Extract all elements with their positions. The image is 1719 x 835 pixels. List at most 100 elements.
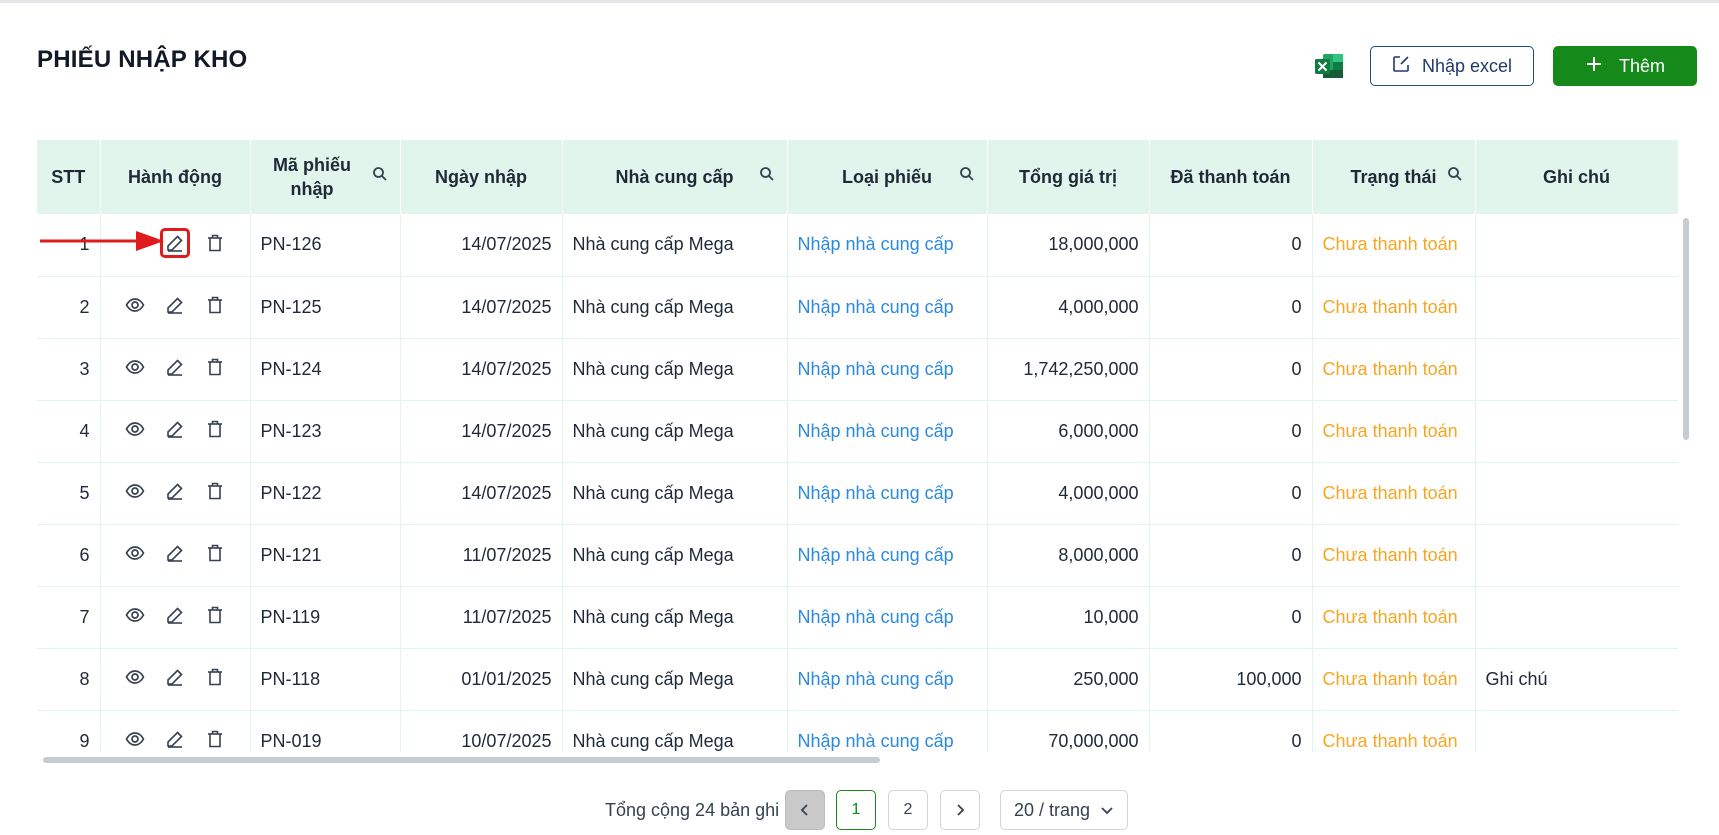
trash-icon[interactable] [204,418,226,440]
cell-note [1475,338,1678,401]
cell-type-link[interactable]: Nhập nhà cung cấp [787,524,988,587]
cell-stt: 9 [37,710,101,752]
cell-stt: 7 [37,586,101,649]
trash-icon[interactable] [204,232,226,254]
page-2-button[interactable]: 2 [888,790,928,830]
cell-actions [100,524,251,587]
cell-type-link[interactable]: Nhập nhà cung cấp [787,586,988,649]
cell-total: 4,000,000 [987,276,1150,339]
cell-total: 70,000,000 [987,710,1150,752]
cell-paid: 0 [1149,400,1313,463]
cell-type-link[interactable]: Nhập nhà cung cấp [787,648,988,711]
search-icon[interactable] [959,166,975,182]
cell-type-link[interactable]: Nhập nhà cung cấp [787,710,988,752]
table-row: 5 PN-122 14/07/2025 Nhà cung cấp Mega Nhập n… [37,462,1678,525]
eye-icon[interactable] [124,480,146,502]
cell-paid: 0 [1149,524,1313,587]
header-total: Tổng giá trị [987,140,1150,214]
cell-total: 18,000,000 [987,214,1150,277]
next-page-button[interactable] [940,790,980,830]
cell-type-link[interactable]: Nhập nhà cung cấp [787,338,988,401]
cell-actions [100,276,251,339]
table-row: 1 PN-126 14/07/2025 Nhà cung cấp Mega Nhập n… [37,214,1678,277]
import-excel-label: Nhập excel [1421,55,1513,76]
cell-date: 14/07/2025 [400,400,563,463]
eye-icon[interactable] [124,728,146,750]
trash-icon[interactable] [204,728,226,750]
table-row: 9 PN-019 10/07/2025 Nhà cung cấp Mega Nhập n… [37,710,1678,752]
header-type: Loại phiếu [787,140,988,214]
edit-icon[interactable] [164,666,186,688]
prev-page-button[interactable] [785,790,825,830]
search-icon[interactable] [372,166,388,182]
cell-code: PN-124 [250,338,401,401]
cell-total: 8,000,000 [987,524,1150,587]
table-row: 7 PN-119 11/07/2025 Nhà cung cấp Mega Nhập n… [37,586,1678,649]
import-excel-button[interactable]: Nhập excel [1370,46,1534,86]
cell-actions [100,338,251,401]
cell-code: PN-122 [250,462,401,525]
edit-icon[interactable] [164,480,186,502]
cell-date: 14/07/2025 [400,214,563,277]
eye-icon[interactable] [124,356,146,378]
cell-total: 1,742,250,000 [987,338,1150,401]
cell-paid: 0 [1149,586,1313,649]
eye-icon[interactable] [124,294,146,316]
add-label: Thêm [1618,55,1665,76]
cell-date: 10/07/2025 [400,710,563,752]
cell-note [1475,400,1678,463]
edit-icon[interactable] [164,294,186,316]
cell-total: 4,000,000 [987,462,1150,525]
trash-icon[interactable] [204,294,226,316]
cell-type-link[interactable]: Nhập nhà cung cấp [787,400,988,463]
trash-icon[interactable] [204,356,226,378]
cell-type-link[interactable]: Nhập nhà cung cấp [787,276,988,339]
eye-icon[interactable] [124,418,146,440]
eye-icon[interactable] [124,666,146,688]
edit-icon[interactable] [164,604,186,626]
trash-icon[interactable] [204,666,226,688]
cell-code: PN-123 [250,400,401,463]
cell-code: PN-119 [250,586,401,649]
cell-code: PN-126 [250,214,401,277]
page-1-button[interactable]: 1 [836,790,876,830]
cell-paid: 100,000 [1149,648,1313,711]
trash-icon[interactable] [204,542,226,564]
cell-status: Chưa thanh toán [1312,710,1476,752]
edit-icon[interactable] [164,418,186,440]
edit-icon[interactable] [164,728,186,750]
horizontal-scrollbar[interactable] [43,757,880,763]
edit-icon[interactable] [164,356,186,378]
cell-paid: 0 [1149,710,1313,752]
cell-note [1475,710,1678,752]
table-row: 6 PN-121 11/07/2025 Nhà cung cấp Mega Nhập n… [37,524,1678,587]
page-size-select[interactable]: 20 / trang [1000,790,1128,830]
cell-date: 01/01/2025 [400,648,563,711]
cell-status: Chưa thanh toán [1312,524,1476,587]
search-icon[interactable] [1447,166,1463,182]
edit-icon[interactable] [164,542,186,564]
eye-icon[interactable] [124,604,146,626]
cell-supplier: Nhà cung cấp Mega [562,462,788,525]
cell-type-link[interactable]: Nhập nhà cung cấp [787,214,988,277]
cell-date: 11/07/2025 [400,524,563,587]
cell-actions [100,586,251,649]
cell-status: Chưa thanh toán [1312,648,1476,711]
trash-icon[interactable] [204,480,226,502]
search-icon[interactable] [759,166,775,182]
trash-icon[interactable] [204,604,226,626]
eye-icon[interactable] [124,542,146,564]
vertical-scrollbar[interactable] [1683,218,1689,440]
cell-status: Chưa thanh toán [1312,338,1476,401]
cell-type-link[interactable]: Nhập nhà cung cấp [787,462,988,525]
add-button[interactable]: Thêm [1553,46,1697,86]
table-row: 8 PN-118 01/01/2025 Nhà cung cấp Mega Nhập n… [37,648,1678,711]
cell-supplier: Nhà cung cấp Mega [562,586,788,649]
cell-date: 14/07/2025 [400,276,563,339]
cell-note [1475,586,1678,649]
excel-icon[interactable] [1314,52,1344,80]
cell-actions [100,710,251,752]
cell-code: PN-019 [250,710,401,752]
edit-icon[interactable] [160,227,190,258]
cell-supplier: Nhà cung cấp Mega [562,400,788,463]
